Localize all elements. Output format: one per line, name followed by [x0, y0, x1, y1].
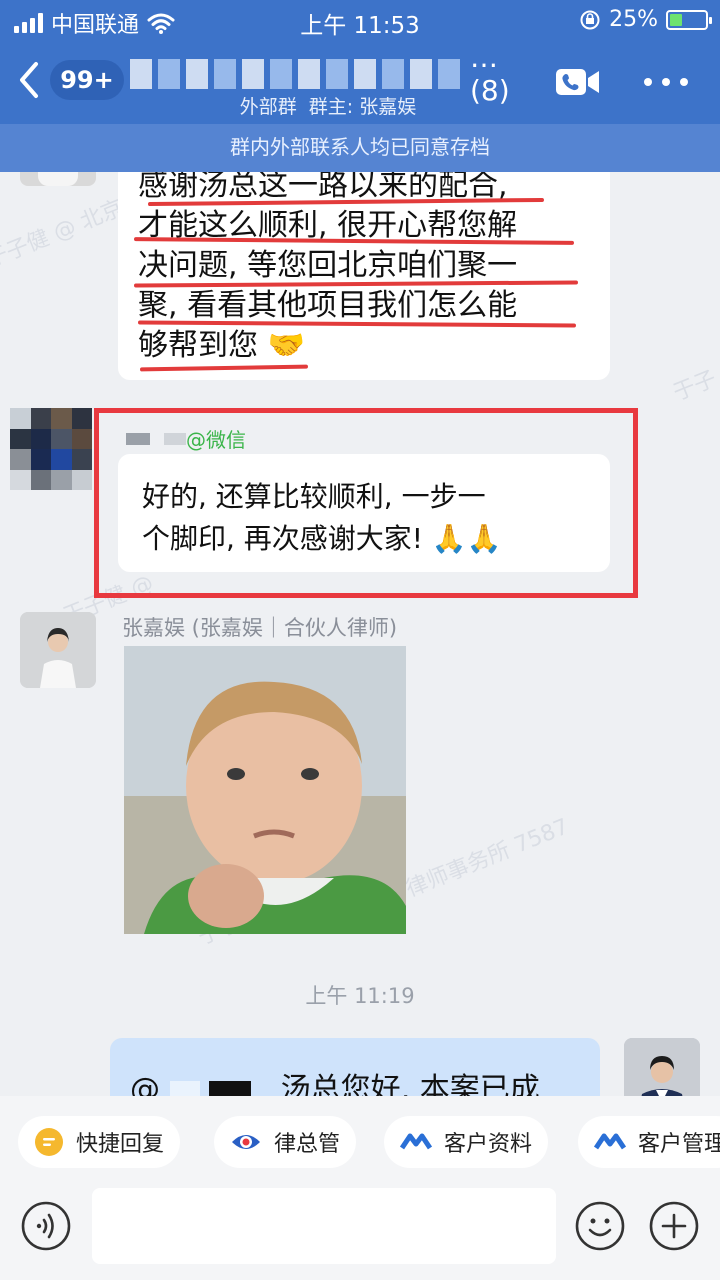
customer-management-button[interactable]: 客户管理 [578, 1116, 720, 1168]
message-input[interactable] [92, 1188, 556, 1264]
battery-percent: 25% [609, 7, 658, 32]
quick-reply-button[interactable]: 快捷回复 [18, 1116, 181, 1168]
archive-notice: 群内外部联系人均已同意存档 [0, 124, 720, 172]
avatar[interactable] [20, 172, 96, 186]
chip-label: 客户管理 [638, 1132, 720, 1157]
chat-area[interactable]: 于子健 @ 北京大 于子 于子健 @ 律师事务所 7587 于子健 感谢汤总这一… [0, 172, 720, 1096]
chip-label: 快捷回复 [76, 1132, 165, 1157]
redacted-mention [209, 1080, 252, 1096]
more-options-icon[interactable] [644, 72, 688, 92]
phone-call-icon[interactable] [555, 66, 601, 98]
message-text: 汤总您好, 本案已成 [280, 1072, 540, 1096]
status-bar: 中国联通 上午 11:53 25% [0, 0, 720, 40]
message-line: 够帮到您 🤝 [138, 328, 305, 363]
customer-info-button[interactable]: 客户资料 [384, 1116, 549, 1168]
lawyer-manager-button[interactable]: 律总管 [214, 1116, 357, 1168]
sender-name: 张嘉娱 (张嘉娱｜合伙人律师) [122, 616, 398, 640]
customer-logo-icon [400, 1133, 432, 1150]
own-message-bubble[interactable]: @ 汤总您好, 本案已成 [110, 1038, 600, 1096]
sender-avatar[interactable] [20, 612, 96, 688]
my-avatar[interactable] [624, 1038, 700, 1096]
chip-label: 客户资料 [444, 1132, 533, 1157]
input-bar [0, 1188, 720, 1280]
chat-header: 中国联通 上午 11:53 25% 99+ … (8) 外部群 群主: 张嘉娱 … [0, 0, 720, 172]
redacted-avatar[interactable] [10, 408, 92, 490]
time-separator: 上午 11:19 [305, 984, 415, 1008]
redacted-name [130, 59, 460, 89]
quick-action-bar: 快捷回复 律总管 客户资料 客户管理 [0, 1096, 720, 1188]
image-message[interactable] [124, 646, 406, 934]
watermark: 于子 [669, 366, 720, 407]
group-type-label: 外部群 [239, 96, 297, 118]
emoji-icon[interactable] [574, 1200, 626, 1252]
watermark: 律师事务所 7587 [402, 814, 573, 903]
quick-reply-icon [35, 1128, 63, 1156]
baby-photo-image [124, 646, 406, 934]
rotation-lock-icon [580, 10, 600, 29]
chip-label: 律总管 [274, 1132, 341, 1157]
voice-input-icon[interactable] [20, 1200, 72, 1252]
customer-logo-icon [594, 1133, 626, 1150]
mention-prefix: @ [130, 1072, 160, 1096]
plus-icon[interactable] [648, 1200, 700, 1252]
group-title[interactable]: … (8) [130, 41, 520, 107]
group-owner-label: 群主: 张嘉娱 [308, 96, 417, 118]
eye-logo-icon [232, 1135, 260, 1149]
battery-icon [666, 9, 712, 30]
highlight-box [94, 408, 638, 598]
